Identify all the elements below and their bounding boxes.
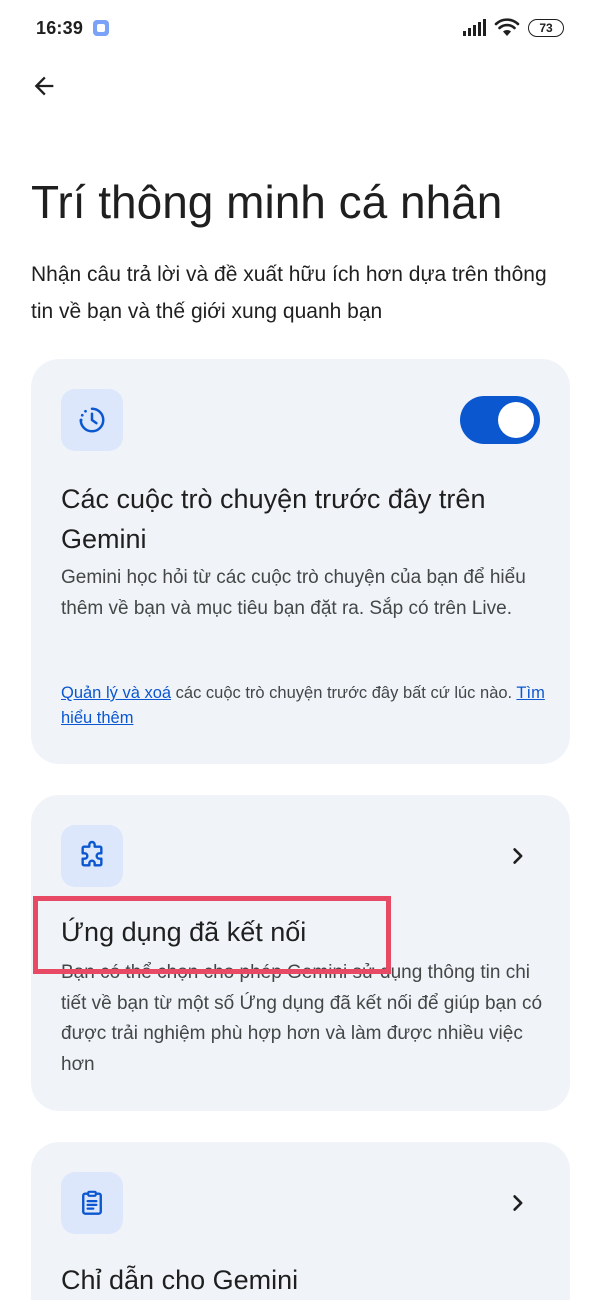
battery-icon: 73	[528, 19, 564, 37]
highlight-box	[33, 896, 391, 974]
settings-page: 16:39 73 Trí thông minh cá nhân Nhận câu…	[0, 0, 600, 1300]
history-clock-icon	[79, 407, 105, 433]
past-chats-note: Quản lý và xoá các cuộc trò chuyện trước…	[61, 681, 551, 731]
gemini-instructions-title: Chỉ dẫn cho Gemini	[61, 1265, 299, 1295]
signal-icon	[463, 19, 486, 36]
past-chats-toggle[interactable]	[460, 396, 540, 444]
manage-delete-link[interactable]: Quản lý và xoá	[61, 684, 171, 702]
status-time: 16:39	[36, 17, 84, 38]
past-chats-description: Gemini học hỏi từ các cuộc trò chuyện củ…	[61, 567, 526, 619]
past-chats-card: Các cuộc trò chuyện trước đây trên Gemin…	[31, 359, 570, 764]
back-button[interactable]	[24, 66, 64, 106]
notification-app-icon	[93, 20, 110, 36]
past-chats-title: Các cuộc trò chuyện trước đây trên Gemin…	[61, 484, 486, 554]
connected-apps-description: Bạn có thể chọn cho phép Gemini sử dụng …	[61, 962, 543, 1075]
toggle-thumb	[498, 402, 534, 438]
wifi-icon	[494, 18, 520, 36]
gemini-instructions-card[interactable]: Chỉ dẫn cho Gemini	[31, 1142, 570, 1300]
status-bar: 16:39 73	[0, 0, 600, 56]
extension-puzzle-icon	[81, 840, 103, 867]
arrow-back-icon	[34, 76, 54, 96]
chevron-right-icon[interactable]	[506, 844, 530, 868]
note-text: các cuộc trò chuyện trước đây bất cứ lúc…	[171, 684, 517, 702]
clipboard-icon	[82, 1190, 102, 1215]
chevron-right-icon[interactable]	[506, 1191, 530, 1215]
page-subtitle: Nhận câu trả lời và đề xuất hữu ích hơn …	[31, 263, 547, 323]
page-title: Trí thông minh cá nhân	[31, 176, 503, 228]
